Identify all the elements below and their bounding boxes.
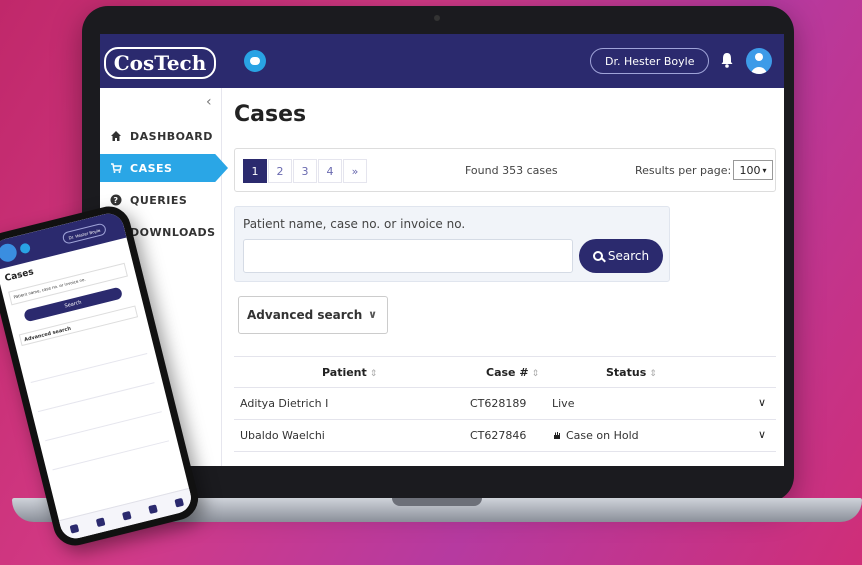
table-row[interactable]: Ubaldo Waelchi CT627846 Case on Hold ∨ <box>234 420 776 452</box>
advanced-search-label: Advanced search <box>247 308 363 322</box>
next-page-button[interactable]: » <box>343 159 367 183</box>
expand-row-icon[interactable]: ∨ <box>758 428 766 441</box>
page-1-button[interactable]: 1 <box>243 159 267 183</box>
sidebar-item-label: DASHBOARD <box>130 129 213 143</box>
avatar[interactable] <box>746 48 772 74</box>
chevron-down-icon: ▾ <box>762 165 767 175</box>
home-icon <box>111 131 121 141</box>
logo[interactable]: CosTech <box>100 34 220 92</box>
column-patient[interactable]: Patient ⇕ <box>322 366 377 379</box>
app-screen: CosTech Dr. Hester Boyle ‹ DASHBOARD CAS… <box>100 34 784 466</box>
page-2-button[interactable]: 2 <box>268 159 292 183</box>
cases-table-header: Patient ⇕ Case # ⇕ Status ⇕ <box>234 356 776 388</box>
download-icon[interactable] <box>147 503 158 514</box>
search-icon <box>592 251 603 261</box>
user-menu-button[interactable]: Dr. Hester Boyle <box>590 48 710 74</box>
svg-text:?: ? <box>113 196 118 205</box>
results-count: Found 353 cases <box>465 164 558 177</box>
case-number-cell: CT628189 <box>470 397 527 410</box>
sidebar-item-dashboard[interactable]: DASHBOARD <box>100 122 222 150</box>
sidebar-item-label: QUERIES <box>130 193 188 207</box>
expand-row-icon[interactable]: ∨ <box>758 396 766 409</box>
home-icon[interactable] <box>69 523 80 534</box>
status-cell: Live <box>552 397 575 410</box>
page-3-button[interactable]: 3 <box>293 159 317 183</box>
sort-icon: ⇕ <box>531 369 540 379</box>
laptop-notch <box>392 498 482 506</box>
search-button[interactable]: Search <box>579 239 663 273</box>
status-cell: Case on Hold <box>552 429 639 442</box>
patient-cell: Aditya Dietrich I <box>240 397 329 410</box>
cart-icon[interactable] <box>95 516 106 527</box>
search-input[interactable] <box>243 239 573 273</box>
case-number-cell: CT627846 <box>470 429 527 442</box>
chat-icon[interactable] <box>244 50 266 72</box>
collapse-sidebar-icon[interactable]: ‹ <box>206 94 212 110</box>
page-title: Cases <box>234 102 307 127</box>
search-panel: Patient name, case no. or invoice no. Se… <box>234 206 670 282</box>
user-icon[interactable] <box>173 497 184 508</box>
results-per-page-label: Results per page: <box>635 164 732 177</box>
patient-cell: Ubaldo Waelchi <box>240 429 325 442</box>
webcam-dot <box>434 15 440 21</box>
phone-bottom-nav <box>58 487 195 542</box>
phone-table <box>23 324 170 471</box>
column-case-number[interactable]: Case # ⇕ <box>486 366 539 379</box>
phone-page-title: Cases <box>3 267 35 285</box>
question-icon[interactable] <box>121 510 132 521</box>
search-button-label: Search <box>607 249 650 263</box>
results-per-page-select[interactable]: 100 ▾ <box>733 160 773 180</box>
question-icon: ? <box>110 194 122 206</box>
sidebar-item-label: CASES <box>130 161 173 175</box>
chevron-down-icon: ∨ <box>368 308 377 321</box>
sidebar-item-cases[interactable]: CASES <box>100 154 228 182</box>
sidebar-item-label: DOWNLOADS <box>130 225 216 239</box>
pagination-bar: 1 2 3 4 » Found 353 cases Results per pa… <box>234 148 776 192</box>
bell-icon[interactable] <box>720 52 734 68</box>
sort-icon: ⇕ <box>649 369 657 379</box>
results-per-page-value: 100 <box>739 163 761 177</box>
logo-text: CosTech <box>103 47 217 79</box>
advanced-search-button[interactable]: Advanced search ∨ <box>238 296 388 334</box>
sort-icon: ⇕ <box>369 369 378 379</box>
search-label: Patient name, case no. or invoice no. <box>243 217 466 231</box>
page-4-button[interactable]: 4 <box>318 159 342 183</box>
column-status[interactable]: Status ⇕ <box>606 366 657 379</box>
cart-icon <box>111 163 122 173</box>
table-row[interactable]: Aditya Dietrich I CT628189 Live ∨ <box>234 388 776 420</box>
hand-icon <box>554 432 560 439</box>
